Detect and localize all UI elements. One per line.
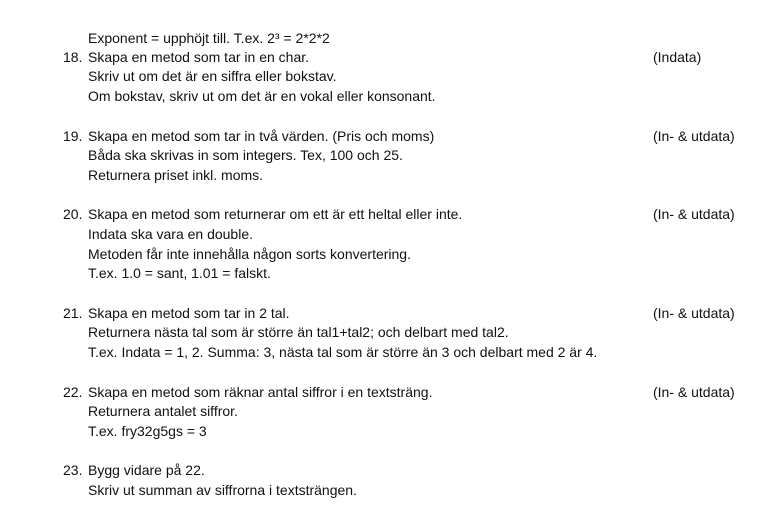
- exercise-20-number: 20.: [63, 206, 83, 222]
- exercise-22-line-1: Returnera antalet siffror.: [88, 403, 238, 419]
- exercise-22-line-2: T.ex. fry32g5gs = 3: [88, 423, 207, 439]
- exercise-18-title: Skapa en metod som tar in en char.: [88, 49, 310, 65]
- exercise-20-line-2: Metoden får inte innehålla någon sorts k…: [88, 246, 411, 262]
- exercise-18-number: 18.: [63, 49, 83, 65]
- exercise-22-number: 22.: [63, 384, 83, 400]
- exercise-19-tag: (In- & utdata): [653, 128, 735, 144]
- exercise-23-number: 23.: [63, 462, 83, 478]
- exercise-20-line-1: Indata ska vara en double.: [88, 226, 254, 242]
- exercise-21-line-2: T.ex. Indata = 1, 2. Summa: 3, nästa tal…: [88, 344, 598, 360]
- document-page: Exponent = upphöjt till. T.ex. 2³ = 2*2*…: [0, 0, 780, 526]
- exercise-21-title: Skapa en metod som tar in 2 tal.: [88, 305, 290, 321]
- exercise-18-tag: (Indata): [653, 49, 702, 65]
- exercise-20-tag: (In- & utdata): [653, 206, 735, 222]
- exercise-20-line-3: T.ex. 1.0 = sant, 1.01 = falskt.: [88, 265, 271, 281]
- intro-exponent-note: Exponent = upphöjt till. T.ex. 2³ = 2*2*…: [88, 30, 330, 46]
- exercise-23-line-1: Skriv ut summan av siffrorna i textsträn…: [88, 482, 357, 498]
- exercise-19-line-1: Båda ska skrivas in som integers. Tex, 1…: [88, 147, 403, 163]
- exercise-19-line-2: Returnera priset inkl. moms.: [88, 167, 264, 183]
- exercise-21-line-1: Returnera nästa tal som är större än tal…: [88, 324, 509, 340]
- exercise-18-line-2: Om bokstav, skriv ut om det är en vokal …: [88, 88, 436, 104]
- exercise-18-line-1: Skriv ut om det är en siffra eller bokst…: [88, 68, 337, 84]
- exercise-20-title: Skapa en metod som returnerar om ett är …: [88, 206, 463, 222]
- exercise-22-title: Skapa en metod som räknar antal siffror …: [88, 384, 433, 400]
- exercise-22-tag: (In- & utdata): [653, 384, 735, 400]
- exercise-19-title: Skapa en metod som tar in två värden. (P…: [88, 128, 435, 144]
- exercise-21-number: 21.: [63, 305, 83, 321]
- exercise-23-title: Bygg vidare på 22.: [88, 462, 205, 478]
- exercise-21-tag: (In- & utdata): [653, 305, 735, 321]
- exercise-19-number: 19.: [63, 128, 83, 144]
